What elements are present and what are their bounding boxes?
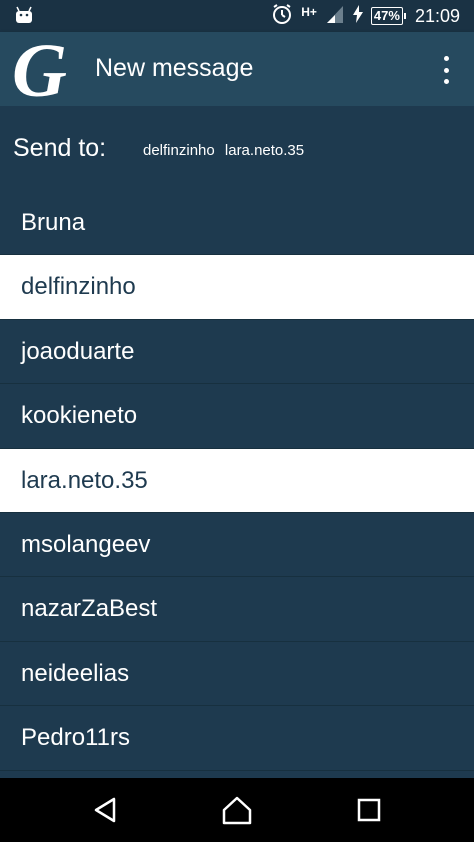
recents-icon [357, 798, 381, 822]
contact-item-nazarzabest[interactable]: nazarZaBest [0, 577, 474, 642]
charging-icon [352, 4, 363, 28]
home-icon [222, 796, 252, 825]
android-icon [14, 6, 34, 29]
overflow-menu-button[interactable] [436, 56, 456, 84]
contact-item-lara-neto-35[interactable]: lara.neto.35 [0, 448, 474, 513]
page-title: New message [95, 54, 254, 82]
logo-letter: G [12, 36, 67, 106]
contact-item-neideelias[interactable]: neideelias [0, 641, 474, 707]
status-bar: H+ 47% 21:09 [0, 0, 474, 32]
send-to-row: Send to: delfinzinho lara.neto.35 [0, 106, 474, 192]
navigation-bar [0, 778, 474, 842]
contact-list: Bruna delfinzinho joaoduarte kookieneto … [0, 191, 474, 771]
contact-item-pedro11rs[interactable]: Pedro11rs [0, 706, 474, 771]
app-logo: G [8, 29, 78, 113]
dot-icon [443, 79, 449, 84]
recipients-field[interactable]: delfinzinho lara.neto.35 [143, 142, 310, 159]
alarm-icon [271, 3, 293, 30]
battery-indicator: 47% [370, 7, 406, 25]
send-to-label: Send to: [13, 134, 107, 162]
contact-item-delfinzinho[interactable]: delfinzinho [0, 255, 474, 320]
contact-item-kookieneto[interactable]: kookieneto [0, 384, 474, 449]
recipient-chip[interactable]: delfinzinho [143, 142, 215, 159]
recents-button[interactable] [353, 794, 385, 826]
contact-item-bruna[interactable]: Bruna [0, 191, 474, 256]
contact-item-joaoduarte[interactable]: joaoduarte [0, 319, 474, 385]
dot-icon [443, 67, 449, 73]
contact-item-msolangeev[interactable]: msolangeev [0, 512, 474, 578]
home-button[interactable] [221, 794, 253, 826]
app-bar: G New message [0, 29, 474, 113]
back-button[interactable] [90, 794, 122, 826]
signal-icon [325, 4, 345, 29]
clock: 21:09 [414, 5, 460, 26]
recipient-chip[interactable]: lara.neto.35 [225, 142, 304, 159]
dot-icon [443, 56, 449, 61]
network-type-label: H+ [301, 5, 317, 19]
back-icon [94, 797, 116, 823]
